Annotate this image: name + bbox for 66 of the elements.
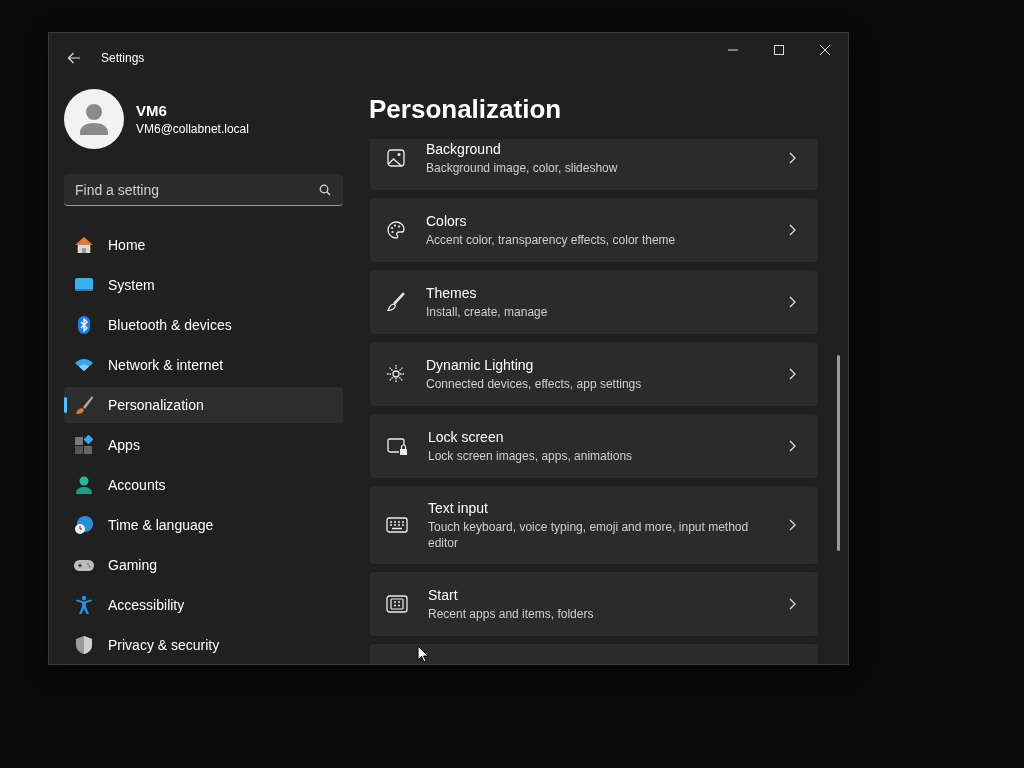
cursor-icon <box>417 645 429 663</box>
paintbrush-icon <box>74 395 94 415</box>
chevron-icon <box>789 224 796 236</box>
user-name: VM6 <box>136 102 168 119</box>
nav-item[interactable]: Bluetooth & devices <box>64 307 343 343</box>
nav-item[interactable]: Accounts <box>64 467 343 503</box>
selection-indicator <box>64 397 67 413</box>
card-title: Lock screen <box>428 428 505 445</box>
back-icon[interactable] <box>67 52 81 64</box>
apps-icon <box>74 435 94 455</box>
card-title: Start <box>428 586 459 603</box>
chevron-icon <box>789 296 796 308</box>
nav-item[interactable]: Gaming <box>64 547 343 583</box>
nav-item[interactable]: Network & internet <box>64 347 343 383</box>
nav-item[interactable]: Apps <box>64 427 343 463</box>
nav-item[interactable]: Home <box>64 227 343 263</box>
search-field[interactable]: Find a setting <box>64 174 343 206</box>
nav-item[interactable]: Privacy & security <box>64 627 343 663</box>
globe-clock-icon <box>74 515 94 535</box>
card-description: Install, create, manage <box>426 303 549 320</box>
settings-card[interactable]: Background Background image, color, slideshow <box>369 139 819 191</box>
nav-item[interactable]: System <box>64 267 343 303</box>
shield-icon <box>74 635 94 655</box>
user-email: VM6@collabnet.local <box>136 122 249 136</box>
settings-card[interactable]: Themes Install, create, manage <box>369 269 819 335</box>
scrollbar-thumb[interactable] <box>837 355 840 551</box>
card-title: Text input <box>428 499 489 516</box>
page-title: Personalization <box>369 93 562 125</box>
card-description: Touch keyboard, voice typing, emoji and more, input method editor <box>428 518 750 551</box>
nav-item[interactable]: Time & language <box>64 507 343 543</box>
palette-icon <box>386 220 406 240</box>
settings-card[interactable]: Start Recent apps and items, folders <box>369 571 819 637</box>
settings-card[interactable]: Dynamic Lighting Connected devices, effects, app settings <box>369 341 819 407</box>
maximize-icon[interactable] <box>774 45 784 55</box>
nav-item[interactable]: Personalization <box>64 387 343 423</box>
sun-icon <box>386 364 406 384</box>
chevron-icon <box>789 519 796 531</box>
chevron-icon <box>789 440 796 452</box>
chevron-icon <box>789 598 796 610</box>
keyboard-icon <box>386 517 408 533</box>
card-description: Connected devices, effects, app settings <box>426 375 643 392</box>
card-title: Colors <box>426 212 468 229</box>
close-icon[interactable] <box>820 45 830 55</box>
house-icon <box>74 235 94 255</box>
card-description: Lock screen images, apps, animations <box>428 447 634 464</box>
paintbrush-icon <box>386 292 406 312</box>
card-description: Recent apps and items, folders <box>428 605 595 622</box>
lock-screen-icon <box>386 436 408 456</box>
nav-item[interactable]: Accessibility <box>64 587 343 623</box>
image-icon <box>386 148 406 168</box>
card-description: Background image, color, slideshow <box>426 159 619 176</box>
chevron-icon <box>789 152 796 164</box>
settings-card[interactable]: Text input Touch keyboard, voice typing, emoji and more, input method editor <box>369 485 819 565</box>
card-description: Accent color, transparency effects, color theme <box>426 231 677 248</box>
window-title: Settings <box>101 51 145 65</box>
settings-card[interactable]: Lock screen Lock screen images, apps, animations <box>369 413 819 479</box>
start-menu-icon <box>386 595 408 613</box>
search-icon <box>319 184 331 196</box>
chevron-icon <box>789 368 796 380</box>
card-title: Background <box>426 140 502 157</box>
card-title: Dynamic Lighting <box>426 356 535 373</box>
person-icon <box>74 475 94 495</box>
card-title: Themes <box>426 284 478 301</box>
settings-card[interactable]: Colors Accent color, transparency effects, color theme <box>369 197 819 263</box>
avatar-icon <box>64 89 124 149</box>
accessibility-icon <box>74 595 94 615</box>
